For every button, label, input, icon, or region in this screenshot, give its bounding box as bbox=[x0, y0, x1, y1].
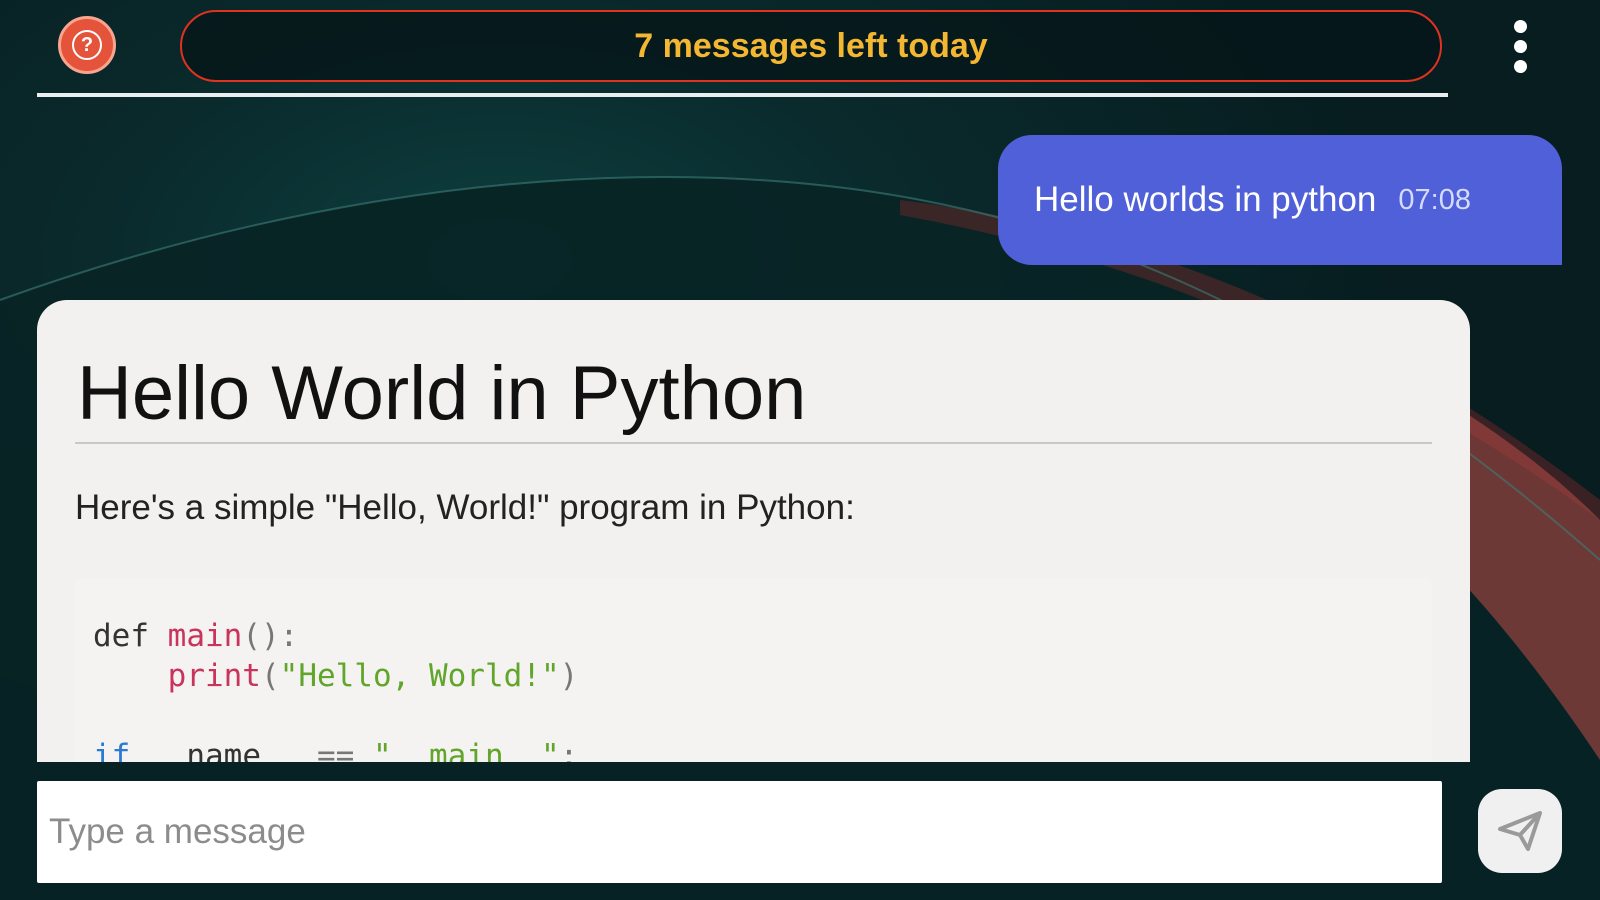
top-bar: ? 7 messages left today bbox=[0, 0, 1600, 100]
help-button[interactable]: ? bbox=[58, 16, 116, 74]
response-title: Hello World in Python bbox=[77, 351, 807, 436]
code-content: def main(): print("Hello, World!") if __… bbox=[93, 616, 578, 762]
help-question-icon: ? bbox=[72, 30, 102, 60]
quota-banner: 7 messages left today bbox=[180, 10, 1442, 82]
user-message-bubble: Hello worlds in python 07:08 bbox=[998, 135, 1562, 265]
code-line: print("Hello, World!") bbox=[167, 658, 579, 694]
send-button[interactable] bbox=[1478, 789, 1562, 873]
response-intro: Here's a simple "Hello, World!" program … bbox=[75, 488, 855, 527]
user-message-text: Hello worlds in python bbox=[1034, 180, 1377, 219]
code-line: if __name__ == "__main__": bbox=[93, 738, 579, 762]
message-timestamp: 07:08 bbox=[1398, 183, 1471, 216]
more-vertical-icon bbox=[1514, 20, 1527, 33]
code-block: def main(): print("Hello, World!") if __… bbox=[75, 578, 1432, 762]
header-divider bbox=[37, 93, 1448, 97]
more-vertical-icon-dot-2 bbox=[1514, 40, 1527, 53]
send-icon bbox=[1498, 811, 1542, 851]
more-menu-button[interactable] bbox=[1508, 18, 1534, 76]
assistant-response-card: Hello World in Python Here's a simple "H… bbox=[37, 300, 1470, 762]
message-input[interactable] bbox=[37, 781, 1442, 883]
more-vertical-icon-dot-3 bbox=[1514, 60, 1527, 73]
code-line: def main(): bbox=[93, 618, 299, 654]
title-divider bbox=[75, 442, 1432, 444]
quota-text: 7 messages left today bbox=[634, 26, 988, 65]
